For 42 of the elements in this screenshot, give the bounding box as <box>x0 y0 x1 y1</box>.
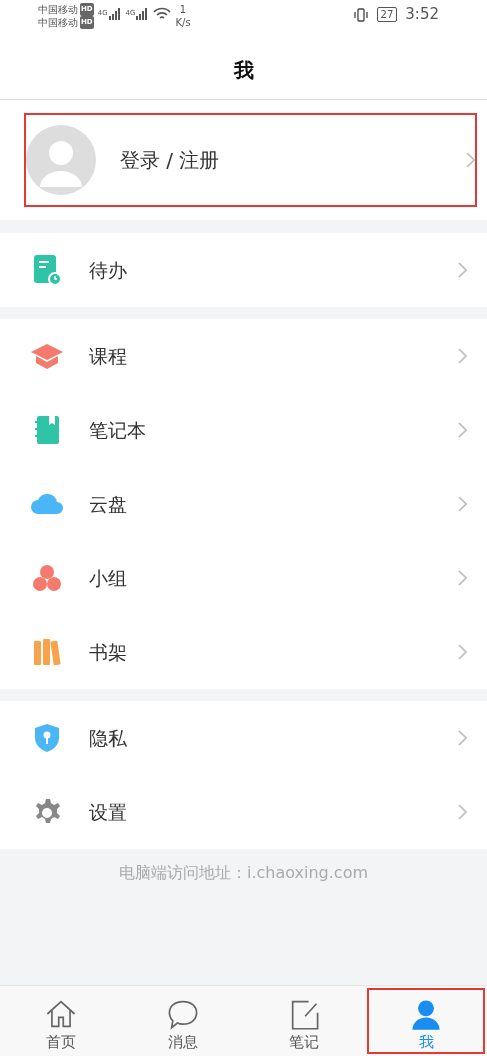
menu-item[interactable]: 隐私 <box>0 701 487 775</box>
speed-unit: K/s <box>175 16 191 29</box>
menu-label: 云盘 <box>89 491 127 517</box>
chevron-icon <box>457 730 467 746</box>
menu-item[interactable]: 书架 <box>0 615 487 689</box>
chevron-icon <box>457 804 467 820</box>
carrier-name: 中国移动 <box>38 3 78 16</box>
menu-label: 小组 <box>89 565 127 591</box>
speed-value: 1 <box>179 3 187 16</box>
chevron-icon <box>457 422 467 438</box>
chevron-icon <box>457 570 467 586</box>
menu-label: 设置 <box>89 799 127 825</box>
wifi-icon <box>153 7 172 21</box>
menu-item[interactable]: 云盘 <box>0 467 487 541</box>
chevron-icon <box>465 152 475 168</box>
avatar-icon <box>26 125 96 195</box>
menu-label: 课程 <box>89 343 127 369</box>
login-label: 登录 / 注册 <box>120 147 220 174</box>
menu-item[interactable]: 待办 <box>0 233 487 307</box>
vibrate-icon <box>352 7 369 22</box>
carrier-name: 中国移动 <box>38 16 78 29</box>
signal-icon <box>135 8 150 20</box>
menu-item[interactable]: 笔记本 <box>0 393 487 467</box>
chevron-icon <box>457 348 467 364</box>
chevron-icon <box>457 644 467 660</box>
menu-item[interactable]: 设置 <box>0 775 487 849</box>
menu-label: 书架 <box>89 639 127 665</box>
clock: 3:52 <box>405 8 439 21</box>
tab-button[interactable]: 笔记 <box>243 986 366 1056</box>
footer-note: 电脑端访问地址：i.chaoxing.com <box>118 863 368 882</box>
menu-item[interactable]: 课程 <box>0 319 487 393</box>
chevron-icon <box>457 496 467 512</box>
chevron-icon <box>457 262 467 278</box>
page-title: 我 <box>233 56 254 84</box>
battery-level: 27 <box>376 7 398 22</box>
menu-label: 笔记本 <box>89 417 146 443</box>
tab-button[interactable]: 首页 <box>0 986 122 1056</box>
signal-icon <box>107 8 122 20</box>
menu-item[interactable]: 小组 <box>0 541 487 615</box>
menu-label: 待办 <box>89 257 127 283</box>
tab-button[interactable]: 消息 <box>121 986 244 1056</box>
menu-label: 隐私 <box>89 725 127 751</box>
